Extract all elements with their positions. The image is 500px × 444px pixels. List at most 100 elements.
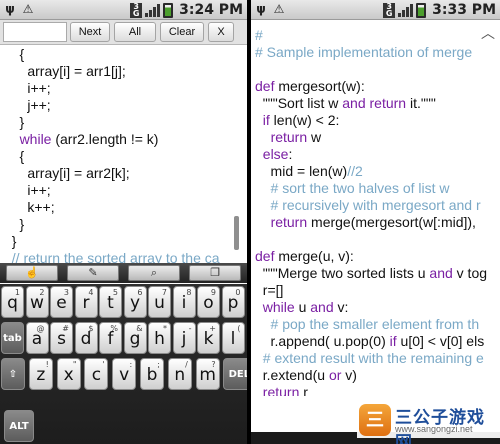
key-r[interactable]: r4 [74,286,98,318]
key-alt-label: ' [102,360,105,369]
key-e[interactable]: e3 [50,286,73,318]
find-close-button[interactable]: X [208,22,234,42]
code-line: while (arr2.length != k) [19,131,159,147]
find-all-button[interactable]: All [114,22,156,42]
key-t[interactable]: t5 [99,286,122,318]
code-line: # Sample implementation of merge [255,44,473,60]
search-button[interactable]: ⌕ [128,265,180,281]
key-alt-label: ! [45,360,49,369]
key-alt-label: # [62,324,69,333]
pencil-icon: ✎ [88,267,98,279]
key-alt-label: + [209,324,216,333]
key-c[interactable]: c ' [84,358,109,390]
key-d[interactable]: d $ [74,322,98,354]
key-alt-label: : [129,360,133,369]
edit-button[interactable]: ✎ [67,265,119,281]
key-n[interactable]: n / [167,358,192,390]
key-alt-label: / [185,360,188,369]
find-input[interactable] [3,22,67,42]
watermark-url: www.sangongzi.net [395,424,473,434]
key-f[interactable]: f% [99,322,122,354]
key-tab[interactable]: tab [1,322,24,354]
key-alt-label: 5 [112,288,118,297]
keyboard-row: ⇧ z! x " c ' v: b; n / m? DEL [0,356,247,392]
code-line: } [4,233,17,249]
key-v[interactable]: v: [112,358,137,390]
3g-icon: 3G [130,2,143,18]
copy-button[interactable]: ❐ [189,265,241,281]
key-alt-label: & [136,324,143,333]
code-line: } [4,114,25,130]
code-line: if len(w) < 2: [262,112,340,128]
key-alt-label: 0 [235,288,241,297]
key-k[interactable]: k + [197,322,220,354]
key-label: DEL [228,369,247,380]
code-line: { [4,46,25,62]
key-label: tab [3,333,22,344]
key-z[interactable]: z! [28,358,53,390]
3g-icon: 3G [383,2,396,18]
editor-toolbar: ☝ ✎ ⌕ ❐ [0,263,247,283]
find-bar: Next All Clear X [0,20,247,45]
status-bar: ψ ⚠ 3G 3:33 PM [251,0,500,20]
key-alt-label: 8 [186,288,192,297]
code-line: j++; [4,97,51,113]
code-line: k++; [4,199,55,215]
key-label: ALT [9,421,29,432]
key-m[interactable]: m? [195,358,220,390]
code-line: # sort the two halves of list w [255,180,450,196]
key-alt-label: - [188,324,192,333]
copy-pages-icon: ❐ [210,267,220,279]
key-alt-label: 3 [63,288,69,297]
signal-icon [145,3,161,17]
code-line: return merge(mergesort(w[:mid]), [270,214,480,230]
find-clear-button[interactable]: Clear [160,22,204,42]
code-viewer[interactable]: # # Sample implementation of merge def mer… [251,26,500,396]
key-u[interactable]: u7 [148,286,171,318]
key-alt-label: ; [157,360,160,369]
watermark-logo: 三 [359,404,391,436]
key-b[interactable]: b; [140,358,164,390]
key-del[interactable]: DEL [223,358,247,390]
key-w[interactable]: w2 [25,286,49,318]
find-next-button[interactable]: Next [70,22,110,42]
key-g[interactable]: g & [123,322,147,354]
code-line: array[i] = arr1[j]; [4,63,126,79]
key-j[interactable]: j- [172,322,196,354]
soft-keyboard: q 1 w 2 e 3 r 4 t 5 y 6 u 7 i 8 o 9 p 0 tab a @ s # d $ f% g & h * j - k + l… [0,284,247,444]
key-l[interactable]: l( [221,322,245,354]
key-alt-label: 2 [39,288,45,297]
key-p[interactable]: p0 [221,286,245,318]
key-alt-label: $ [88,324,94,333]
key-a[interactable]: a @ [25,322,49,354]
warning-icon: ⚠ [22,2,34,16]
usb-icon: ψ [5,2,15,16]
code-line: """Merge two sorted lists u and v tog [255,265,488,281]
key-q[interactable]: q1 [1,286,24,318]
right-screen: ψ ⚠ 3G 3:33 PM ︿ # # Sample implementatio… [251,0,500,444]
key-o[interactable]: o9 [197,286,220,318]
key-alt-label: 7 [161,288,167,297]
code-editor[interactable]: { array[i] = arr1[j]; i++; j++; } while … [0,46,236,263]
key-alt-label: ( [237,324,241,333]
key-x[interactable]: x " [56,358,81,390]
code-line: i++; [4,80,51,96]
key-alt-label: % [110,324,118,333]
code-line: # [255,27,263,43]
key-alt-label: " [72,360,77,369]
battery-icon [163,2,174,18]
left-screen: ψ ⚠ 3G 3:24 PM Next All Clear X { array[… [0,0,247,444]
key-h[interactable]: h * [148,322,171,354]
key-alt-label: 6 [137,288,143,297]
hand-tool-button[interactable]: ☝ [6,265,58,281]
key-shift[interactable]: ⇧ [1,358,25,390]
code-line: def merge(u, v): [255,248,354,264]
key-alt[interactable]: ALT [4,410,34,442]
key-y[interactable]: y6 [123,286,147,318]
key-i[interactable]: i8 [172,286,196,318]
code-line: return w [270,129,322,145]
scrollbar-thumb[interactable] [234,216,239,250]
key-s[interactable]: s # [50,322,73,354]
battery-icon [416,2,427,18]
code-line: } [4,216,25,232]
